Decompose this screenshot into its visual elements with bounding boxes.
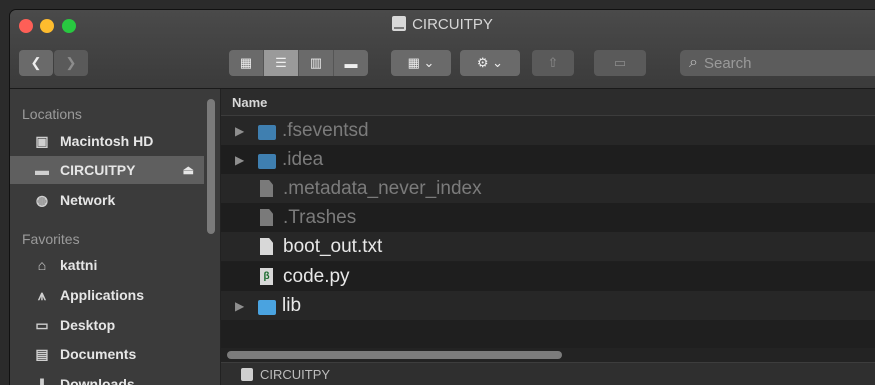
python-file-icon: β <box>260 268 273 285</box>
sidebar-item-documents[interactable]: ▤ Documents <box>10 340 204 368</box>
text-file-icon <box>260 238 273 255</box>
column-view-button[interactable]: ▥ <box>299 50 334 76</box>
tags-button[interactable]: ▭ <box>594 50 646 76</box>
sidebar-scrollbar[interactable] <box>207 99 215 234</box>
sidebar-item-label: Downloads <box>60 376 135 385</box>
chevron-left-icon: ❮ <box>30 55 42 70</box>
file-name: .Trashes <box>283 206 357 228</box>
horizontal-scrollbar-track <box>221 348 875 362</box>
file-row[interactable]: β code.py <box>221 262 875 291</box>
group-by-button[interactable]: ▦ ⌄ <box>391 50 451 76</box>
file-name: .fseventsd <box>282 119 369 141</box>
column-header-name[interactable]: Name <box>221 89 875 116</box>
documents-icon: ▤ <box>35 345 49 362</box>
document-icon <box>260 209 273 226</box>
file-row[interactable]: ▶ .fseventsd <box>221 116 875 145</box>
horizontal-scrollbar[interactable] <box>227 351 562 359</box>
tag-icon: ▭ <box>613 55 627 70</box>
list-view-button[interactable]: ☰ <box>264 50 299 76</box>
file-name: lib <box>282 294 302 316</box>
view-mode-segmented-control: ▦ ☰ ▥ ▬ <box>229 50 368 76</box>
sidebar-item-label: Desktop <box>60 317 116 333</box>
sidebar-header-favorites: Favorites <box>22 231 80 247</box>
gallery-view-button[interactable]: ▬ <box>334 50 368 76</box>
group-grid-icon: ▦ ⌄ <box>407 55 435 70</box>
path-bar: CIRCUITPY <box>221 362 875 385</box>
gear-icon: ⚙ ⌄ <box>476 55 504 70</box>
file-row[interactable]: ▶ lib <box>221 291 875 320</box>
file-row[interactable]: ▶ .idea <box>221 145 875 174</box>
sidebar-item-label: Macintosh HD <box>60 133 154 149</box>
network-globe-icon: ◍ <box>35 191 49 208</box>
file-list: ▶ .fseventsd ▶ .idea .metadata_never_ind… <box>221 116 875 336</box>
desktop-icon: ▭ <box>35 316 49 333</box>
sidebar-item-label: CIRCUITPY <box>60 162 136 178</box>
folder-icon <box>258 124 276 140</box>
disclosure-triangle-icon[interactable]: ▶ <box>235 153 249 167</box>
file-name: boot_out.txt <box>283 235 383 257</box>
file-name: .idea <box>282 148 324 170</box>
sidebar-item-label: kattni <box>60 257 98 273</box>
gallery-icon: ▬ <box>344 55 358 71</box>
file-row[interactable]: .metadata_never_index <box>221 174 875 203</box>
column-header-label: Name <box>232 95 268 110</box>
file-row[interactable]: boot_out.txt <box>221 232 875 261</box>
window-title: CIRCUITPY <box>10 16 875 33</box>
home-icon: ⌂ <box>37 257 47 273</box>
applications-icon: ⩚ <box>38 286 46 303</box>
file-name: .metadata_never_index <box>283 177 482 199</box>
back-button[interactable]: ❮ <box>19 50 53 76</box>
list-icon: ☰ <box>275 55 287 70</box>
chevron-right-icon: ❯ <box>65 55 77 70</box>
sidebar-item-macintosh-hd[interactable]: ▣ Macintosh HD <box>10 127 204 155</box>
sidebar-item-label: Documents <box>60 346 137 362</box>
path-bar-label[interactable]: CIRCUITPY <box>260 367 330 382</box>
sidebar-item-desktop[interactable]: ▭ Desktop <box>10 311 204 339</box>
sidebar: Locations ▣ Macintosh HD ▬ CIRCUITPY ⏏ ◍… <box>10 89 221 385</box>
icon-view-button[interactable]: ▦ <box>229 50 264 76</box>
sidebar-item-kattni[interactable]: ⌂ kattni <box>10 251 204 279</box>
grid-icon: ▦ <box>239 55 253 70</box>
document-icon <box>260 180 273 197</box>
disclosure-triangle-icon[interactable]: ▶ <box>235 299 249 313</box>
usb-drive-icon <box>392 16 407 31</box>
folder-icon <box>258 299 276 315</box>
sidebar-item-applications[interactable]: ⩚ Applications <box>10 281 204 309</box>
downloads-icon: ⬇ <box>36 375 48 385</box>
sidebar-item-network[interactable]: ◍ Network <box>10 186 204 214</box>
folder-icon <box>258 153 276 169</box>
file-row[interactable]: .Trashes <box>221 203 875 232</box>
usb-drive-icon <box>241 368 253 381</box>
sidebar-item-downloads[interactable]: ⬇ Downloads <box>10 370 204 385</box>
sidebar-item-circuitpy[interactable]: ▬ CIRCUITPY ⏏ <box>10 156 204 184</box>
sidebar-item-label: Network <box>60 192 116 208</box>
sidebar-header-locations: Locations <box>22 106 82 122</box>
search-placeholder: Search <box>703 54 752 72</box>
disclosure-triangle-icon[interactable]: ▶ <box>235 124 249 138</box>
search-icon: ⌕ <box>689 54 698 71</box>
forward-button[interactable]: ❯ <box>54 50 88 76</box>
action-menu-button[interactable]: ⚙ ⌄ <box>460 50 520 76</box>
usb-drive-icon: ▬ <box>35 162 49 178</box>
share-icon: ⇧ <box>547 55 559 70</box>
hard-drive-icon: ▣ <box>35 132 49 149</box>
search-field[interactable]: ⌕ Search <box>680 50 875 76</box>
finder-window: CIRCUITPY ❮ ❯ ▦ ☰ ▥ ▬ ▦ ⌄ ⚙ ⌄ ⇧ ▭ ⌕ Sear… <box>10 10 875 385</box>
sidebar-item-label: Applications <box>60 287 145 303</box>
columns-icon: ▥ <box>309 55 323 70</box>
toolbar: CIRCUITPY ❮ ❯ ▦ ☰ ▥ ▬ ▦ ⌄ ⚙ ⌄ ⇧ ▭ ⌕ Sear… <box>10 10 875 89</box>
share-button[interactable]: ⇧ <box>532 50 574 76</box>
eject-icon[interactable]: ⏏ <box>183 163 194 177</box>
file-name: code.py <box>283 265 350 287</box>
